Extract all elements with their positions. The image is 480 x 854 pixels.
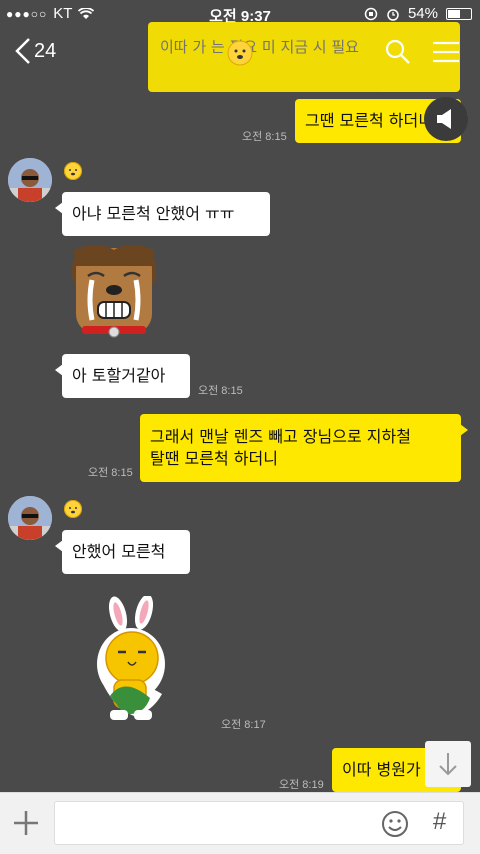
speaker-icon[interactable] — [424, 97, 468, 141]
message-text: 그래서 맨날 렌즈 빼고 장님으로 지하철 — [150, 427, 411, 446]
message-input[interactable]: # — [54, 801, 464, 845]
message-text: 그땐 모른척 하더니 — [305, 111, 433, 130]
status-right: 54% — [364, 5, 472, 22]
message-text: 아냐 모른척 안했어 ㅠㅠ — [72, 204, 235, 223]
chat-header: 24 — [0, 28, 480, 78]
arrow-down-icon — [439, 753, 457, 776]
message-text: 아 토할거같아 — [72, 366, 166, 385]
message-text-line2: 탈땐 모른척 하더니 — [150, 449, 278, 468]
avatar[interactable] — [8, 158, 52, 202]
message-time: 오전 8:15 — [88, 467, 133, 479]
alarm-icon — [387, 8, 399, 21]
battery-percent: 54% — [407, 5, 438, 22]
message-input-bar: # — [0, 792, 480, 854]
message-time: 오전 8:17 — [221, 719, 266, 731]
message-time: 오전 8:15 — [242, 131, 287, 143]
menu-icon[interactable] — [432, 40, 460, 64]
message-bubble-other[interactable]: 안했어 모른척 — [55, 530, 190, 574]
chat-room-emoji-icon — [227, 40, 253, 66]
sticker-crying-dog[interactable] — [68, 240, 160, 344]
status-emoji-icon — [64, 162, 82, 180]
message-time: 오전 8:19 — [279, 779, 324, 791]
scroll-to-bottom-button[interactable] — [425, 741, 471, 787]
avatar[interactable] — [8, 496, 52, 540]
message-bubble-other[interactable]: 아 토할거같아 — [55, 354, 190, 398]
chevron-left-icon — [15, 38, 30, 64]
hashtag-search-icon[interactable]: # — [433, 808, 446, 836]
message-bubble-mine[interactable]: 그래서 맨날 렌즈 빼고 장님으로 지하철 탈땐 모른척 하더니 — [140, 414, 468, 482]
unread-count: 24 — [34, 39, 57, 62]
plus-icon[interactable] — [10, 807, 42, 839]
orientation-lock-icon — [364, 7, 378, 20]
battery-icon — [446, 7, 472, 20]
message-text: 이따 병원가 — [342, 760, 421, 779]
search-icon[interactable] — [384, 38, 412, 66]
back-button[interactable]: 24 — [14, 36, 56, 66]
message-text: 안했어 모른척 — [72, 542, 166, 561]
sticker-rabbit[interactable] — [94, 594, 168, 726]
message-bubble-other[interactable]: 아냐 모른척 안했어 ㅠㅠ — [55, 192, 270, 236]
emoticon-icon[interactable] — [381, 810, 409, 838]
status-emoji-icon — [64, 500, 82, 518]
message-time: 오전 8:15 — [198, 385, 243, 397]
